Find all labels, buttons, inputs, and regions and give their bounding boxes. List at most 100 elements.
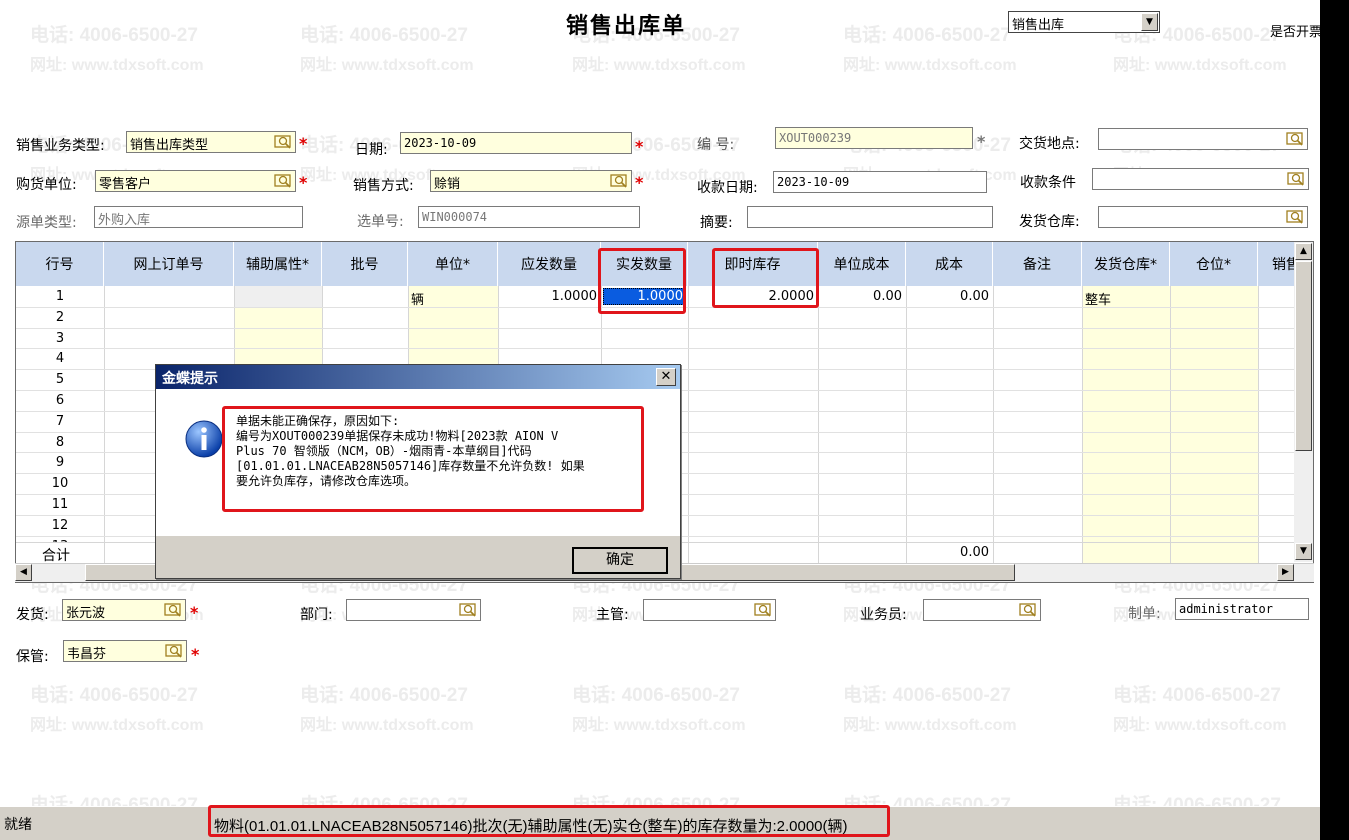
summary-field[interactable] [747, 206, 993, 228]
close-icon[interactable]: ✕ [656, 368, 676, 386]
row-number: 6 [55, 393, 65, 408]
watermark: 电话: 4006-6500-27 网址: www.tdxsoft.com [843, 20, 1017, 75]
buyer-field[interactable]: 零售客户 [95, 170, 296, 192]
number-field[interactable]: XOUT000239 [775, 127, 973, 149]
lookup-icon[interactable] [274, 173, 292, 189]
lookup-icon[interactable] [164, 602, 182, 618]
required-mark: * [190, 603, 199, 622]
column-header[interactable]: 备注 [993, 242, 1082, 286]
date-field[interactable]: 2023-10-09 [400, 132, 632, 154]
manager-field[interactable] [643, 599, 776, 621]
watermark-phone: 电话: 4006-6500-27 [300, 685, 468, 706]
watermark: 电话: 4006-6500-27 网址: www.tdxsoft.com [843, 680, 1017, 735]
select-no-field[interactable]: WIN000074 [418, 206, 640, 228]
collect-date-value: 2023-10-09 [777, 175, 850, 189]
keeper-field[interactable]: 韦昌芬 [63, 640, 187, 662]
column-header[interactable]: 辅助属性* [234, 242, 322, 286]
highlight-stock [712, 248, 819, 308]
row-number: 10 [51, 476, 69, 492]
biz-type-value: 销售出库类型 [130, 138, 209, 153]
watermark-site: 网址: www.tdxsoft.com [572, 57, 746, 74]
maker-field: administrator [1175, 598, 1309, 620]
watermark-site: 网址: www.tdxsoft.com [1113, 717, 1287, 734]
keeper-value: 韦昌芬 [67, 647, 107, 662]
doc-type-value: 销售出库 [1012, 18, 1065, 33]
column-header[interactable]: 单位* [408, 242, 498, 286]
grid-line [1258, 542, 1259, 565]
column-header[interactable]: 行号 [16, 242, 104, 286]
collect-date-label: 收款日期: [697, 180, 758, 196]
row-number: 1 [55, 289, 65, 304]
cell-cost[interactable]: 0.00 [906, 289, 989, 304]
salesman-field[interactable] [923, 599, 1041, 621]
watermark-phone: 电话: 4006-6500-27 [843, 25, 1011, 46]
watermark: 电话: 4006-6500-27 网址: www.tdxsoft.com [1113, 680, 1287, 735]
watermark-phone: 电话: 4006-6500-27 [300, 25, 468, 46]
column-header[interactable]: 应发数量 [498, 242, 601, 286]
lookup-icon[interactable] [459, 602, 477, 618]
column-header[interactable]: 网上订单号 [104, 242, 234, 286]
lookup-icon[interactable] [1286, 131, 1304, 147]
lookup-icon[interactable] [1019, 602, 1037, 618]
collect-date-field[interactable]: 2023-10-09 [773, 171, 987, 193]
biz-type-field[interactable]: 销售出库类型 [126, 131, 296, 153]
watermark: 电话: 4006-6500-27 网址: www.tdxsoft.com [572, 680, 746, 735]
cell-unit-cost[interactable]: 0.00 [818, 289, 902, 304]
collect-cond-field[interactable] [1092, 168, 1309, 190]
scroll-right-icon[interactable]: ▶ [1277, 564, 1294, 581]
sale-mode-label: 销售方式: [353, 178, 414, 194]
dialog-title: 金蝶提示 [162, 371, 218, 387]
sale-mode-field[interactable]: 赊销 [430, 170, 632, 192]
dept-label: 部门: [300, 607, 333, 623]
scroll-down-icon[interactable]: ▼ [1295, 543, 1312, 560]
cell-warehouse[interactable]: 整车 [1085, 289, 1165, 308]
invoice-label: 是否开票 [1270, 25, 1323, 40]
column-header[interactable]: 发货仓库* [1082, 242, 1170, 286]
page-title: 销售出库单 [566, 14, 687, 39]
maker-label: 制单: [1128, 606, 1161, 622]
collect-cond-label: 收款条件 [1020, 175, 1076, 191]
row-number: 4 [55, 351, 65, 367]
dialog-title-bar[interactable]: 金蝶提示 ✕ [156, 365, 680, 389]
lookup-icon[interactable] [1286, 209, 1304, 225]
cell-due-qty[interactable]: 1.0000 [498, 289, 598, 304]
delivery-place-field[interactable] [1098, 128, 1308, 150]
doc-type-select[interactable]: 销售出库 ▼ [1008, 11, 1160, 33]
ship-person-field[interactable]: 张元波 [62, 599, 186, 621]
row-number: 12 [51, 517, 69, 533]
column-header[interactable]: 成本 [906, 242, 993, 286]
scroll-left-icon[interactable]: ◀ [15, 564, 32, 581]
row-number: 7 [55, 413, 65, 429]
ok-button[interactable]: 确定 [572, 547, 668, 574]
ship-wh-field[interactable] [1098, 206, 1308, 228]
column-header[interactable]: 仓位* [1170, 242, 1258, 286]
lookup-icon[interactable] [165, 643, 183, 659]
number-value: XOUT000239 [779, 131, 852, 145]
row-number: 2 [55, 309, 65, 325]
chevron-down-icon[interactable]: ▼ [1141, 13, 1158, 31]
watermark: 电话: 4006-6500-27 网址: www.tdxsoft.com [300, 20, 474, 75]
dept-field[interactable] [346, 599, 481, 621]
required-mark: * [635, 137, 644, 156]
scroll-up-icon[interactable]: ▲ [1295, 243, 1312, 260]
column-header[interactable]: 单位成本 [818, 242, 906, 286]
lookup-icon[interactable] [610, 173, 628, 189]
cell-unit[interactable]: 辆 [411, 289, 491, 308]
column-header[interactable]: 批号 [322, 242, 408, 286]
grid-vertical-scrollbar[interactable]: ▲ ▼ [1294, 242, 1313, 562]
status-ready: 就绪 [4, 817, 32, 833]
grid-line [16, 327, 1295, 329]
delivery-place-label: 交货地点: [1019, 136, 1080, 152]
watermark-site: 网址: www.tdxsoft.com [843, 57, 1017, 74]
lookup-icon[interactable] [1287, 171, 1305, 187]
source-type-field[interactable]: 外购入库 [94, 206, 303, 228]
date-label: 日期: [355, 142, 388, 158]
scroll-thumb[interactable] [1295, 261, 1312, 451]
watermark-site: 网址: www.tdxsoft.com [843, 717, 1017, 734]
required-mark: * [191, 645, 200, 664]
lookup-icon[interactable] [274, 134, 292, 150]
row-number: 9 [55, 455, 65, 471]
lookup-icon[interactable] [754, 602, 772, 618]
highlight-actual-qty [598, 248, 686, 314]
watermark-phone: 电话: 4006-6500-27 [30, 25, 198, 46]
